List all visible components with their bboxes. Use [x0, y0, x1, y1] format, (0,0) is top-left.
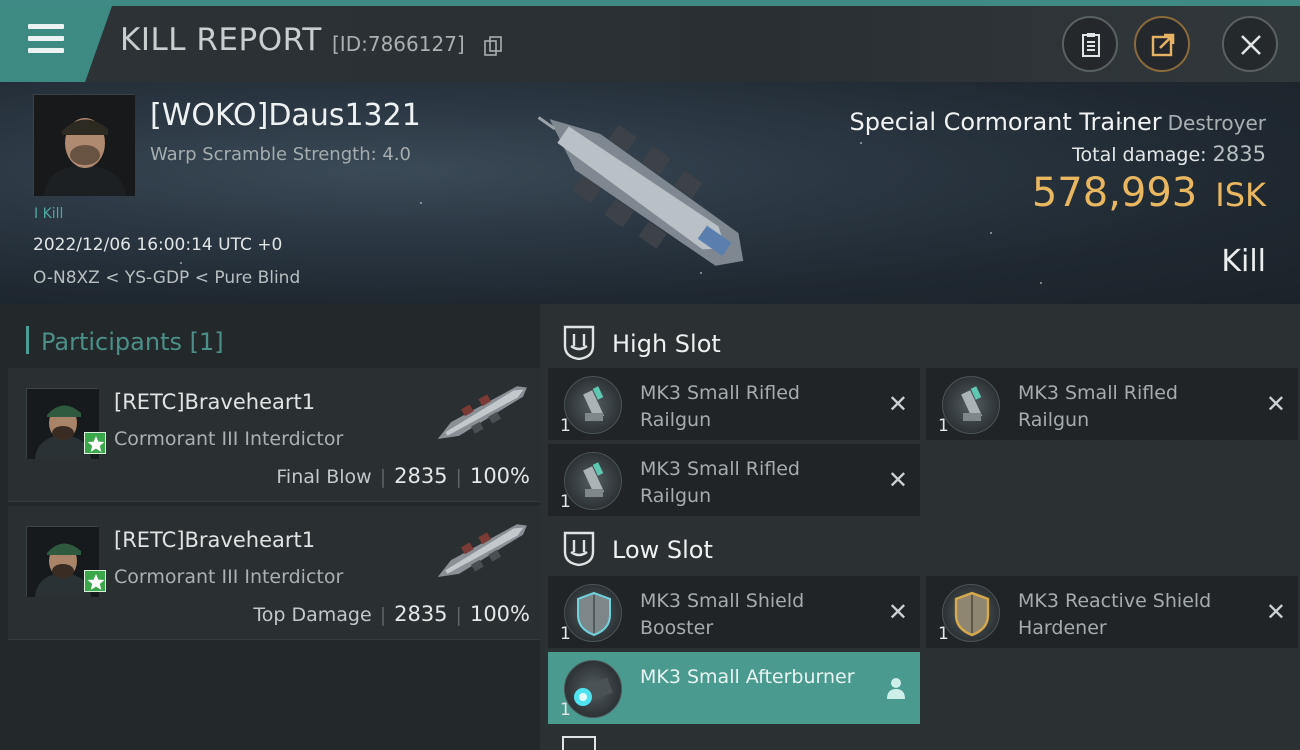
victim-ship-image[interactable]: [515, 92, 775, 292]
participant-name[interactable]: [RETC]Braveheart1: [114, 390, 315, 414]
afterburner-icon: [564, 660, 622, 718]
module-slot[interactable]: 1 MK3 Small Rifled Railgun ✕: [548, 444, 920, 516]
participant-percent: 100%: [469, 602, 530, 626]
participants-panel: Participants [1] [RETC]Braveheart1 Cormo…: [0, 304, 540, 750]
kill-location[interactable]: O-N8XZ < YS-GDP < Pure Blind: [33, 268, 300, 288]
ship-class: Destroyer: [1167, 111, 1266, 135]
share-button[interactable]: [1134, 16, 1190, 72]
participant-ship-image: [437, 386, 527, 439]
victim-portrait[interactable]: [33, 94, 135, 196]
share-icon: [1151, 33, 1175, 57]
participant-role: Top Damage: [253, 604, 372, 626]
participant-ship-image: [437, 524, 527, 577]
module-quantity: 1: [938, 416, 949, 436]
low-slot-header: Low Slot: [562, 530, 713, 566]
report-id: [ID:7866127]: [332, 32, 465, 56]
module-name: MK3 Reactive Shield Hardener: [1018, 590, 1212, 639]
module-name: MK3 Small Afterburner: [640, 666, 855, 688]
module-slot[interactable]: 1 MK3 Small Rifled Railgun ✕: [926, 368, 1298, 440]
copy-icon[interactable]: [484, 36, 502, 56]
module-quantity: 1: [560, 416, 571, 436]
module-name: MK3 Small Shield Booster: [640, 590, 805, 639]
warp-scramble-strength: Warp Scramble Strength: 4.0: [150, 144, 412, 165]
participant-stats: Top Damage | 2835 | 100%: [253, 602, 530, 626]
participant-ship: Cormorant III Interdictor: [114, 566, 344, 588]
close-button[interactable]: [1222, 16, 1278, 72]
isk-value: 578,993 ISK: [1032, 170, 1266, 216]
menu-icon: [28, 24, 64, 29]
railgun-icon: [564, 376, 622, 434]
isk-unit: ISK: [1215, 176, 1266, 214]
close-icon: [1241, 35, 1261, 55]
module-quantity: 1: [938, 624, 949, 644]
shield-hardener-icon: [942, 584, 1000, 642]
participant-name[interactable]: [RETC]Braveheart1: [114, 528, 315, 552]
avatar: [34, 95, 135, 196]
destroyed-icon: ✕: [1265, 390, 1286, 418]
kill-result: Kill: [1221, 244, 1266, 279]
module-quantity: 1: [560, 624, 571, 644]
clipboard-button[interactable]: [1062, 16, 1118, 72]
destroyed-icon: ✕: [1265, 598, 1286, 626]
destroyed-icon: ✕: [887, 598, 908, 626]
isk-amount: 578,993: [1031, 170, 1198, 216]
participants-count: [1]: [189, 328, 224, 356]
module-name: MK3 Small Rifled Railgun: [640, 382, 800, 431]
high-slot-header: High Slot: [562, 324, 721, 360]
participant-stats: Final Blow | 2835 | 100%: [276, 464, 530, 488]
person-icon: [887, 678, 905, 699]
module-slot[interactable]: 1 MK3 Reactive Shield Hardener ✕: [926, 576, 1298, 648]
participants-header: Participants [1]: [26, 326, 224, 356]
page-title: KILL REPORT: [120, 22, 322, 58]
participant-percent: 100%: [469, 464, 530, 488]
railgun-icon: [942, 376, 1000, 434]
victim-banner: [WOKO]Daus1321 Warp Scramble Strength: 4…: [0, 82, 1300, 304]
module-slot[interactable]: 1 MK3 Small Shield Booster ✕: [548, 576, 920, 648]
total-damage-value: 2835: [1212, 142, 1266, 166]
participant-card[interactable]: [RETC]Braveheart1 Cormorant III Interdic…: [8, 506, 540, 640]
participant-damage: 2835: [394, 602, 448, 626]
participant-card[interactable]: [RETC]Braveheart1 Cormorant III Interdic…: [8, 368, 540, 502]
module-name: MK3 Small Rifled Railgun: [640, 458, 800, 507]
railgun-icon: [564, 452, 622, 510]
module-slot[interactable]: 1 MK3 Small Afterburner: [548, 652, 920, 724]
star-icon: [84, 570, 106, 592]
clipboard-icon: [1082, 33, 1100, 57]
kill-tag: I Kill: [34, 206, 64, 222]
victim-ship-name: Special Cormorant Trainer Destroyer: [849, 108, 1266, 136]
total-damage: Total damage: 2835: [1072, 142, 1266, 166]
module-quantity: 1: [560, 700, 571, 720]
participant-role: Final Blow: [276, 466, 372, 488]
fitting-panel: High Slot 1 MK3 Small Rifled Railgun ✕ 1…: [540, 304, 1300, 750]
next-slot-header-partial: [562, 736, 596, 750]
module-name: MK3 Small Rifled Railgun: [1018, 382, 1178, 431]
kill-datetime: 2022/12/06 16:00:14 UTC +0: [33, 235, 283, 255]
participant-ship: Cormorant III Interdictor: [114, 428, 344, 450]
star-icon: [84, 432, 106, 454]
low-slot-icon: [563, 531, 595, 566]
module-slot[interactable]: 1 MK3 Small Rifled Railgun ✕: [548, 368, 920, 440]
destroyed-icon: ✕: [887, 390, 908, 418]
victim-name[interactable]: [WOKO]Daus1321: [150, 98, 421, 133]
destroyed-icon: ✕: [887, 466, 908, 494]
participant-damage: 2835: [394, 464, 448, 488]
high-slot-icon: [563, 325, 595, 360]
shield-booster-icon: [564, 584, 622, 642]
module-quantity: 1: [560, 492, 571, 512]
